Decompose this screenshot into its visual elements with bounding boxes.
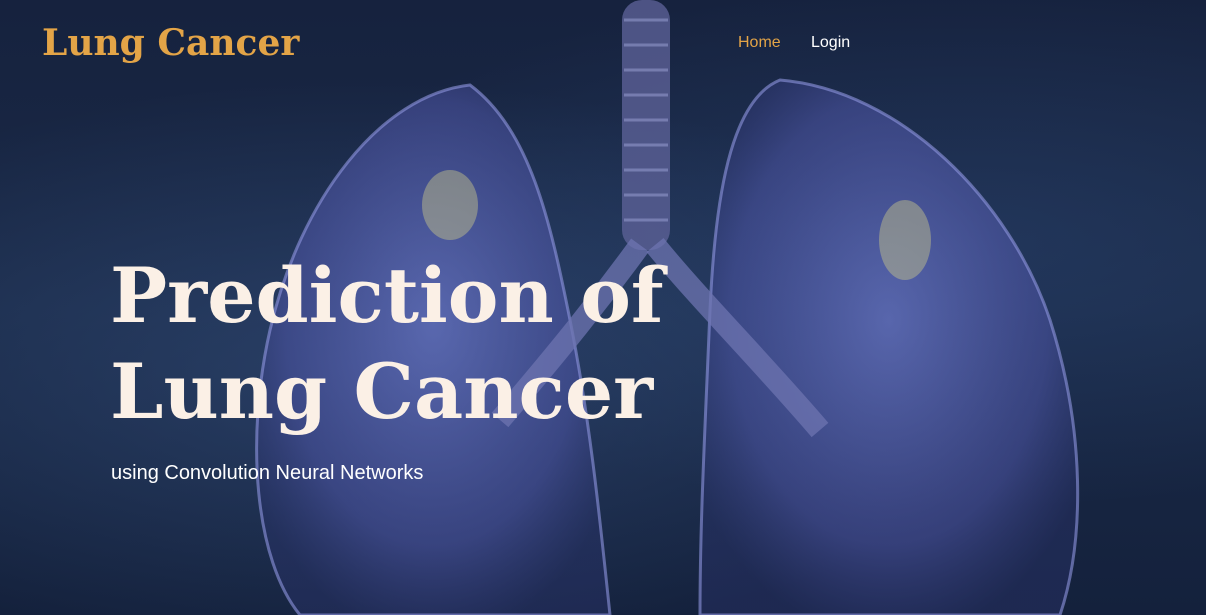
hero-title: Prediction of Lung Cancer [110,251,664,436]
nav-link-home[interactable]: Home [738,34,781,52]
navbar: Lung Cancer Home Login [0,0,1206,90]
nav-link-login[interactable]: Login [811,34,850,52]
hero-subtitle: using Convolution Neural Networks [111,462,424,484]
brand-logo[interactable]: Lung Cancer [42,22,299,64]
